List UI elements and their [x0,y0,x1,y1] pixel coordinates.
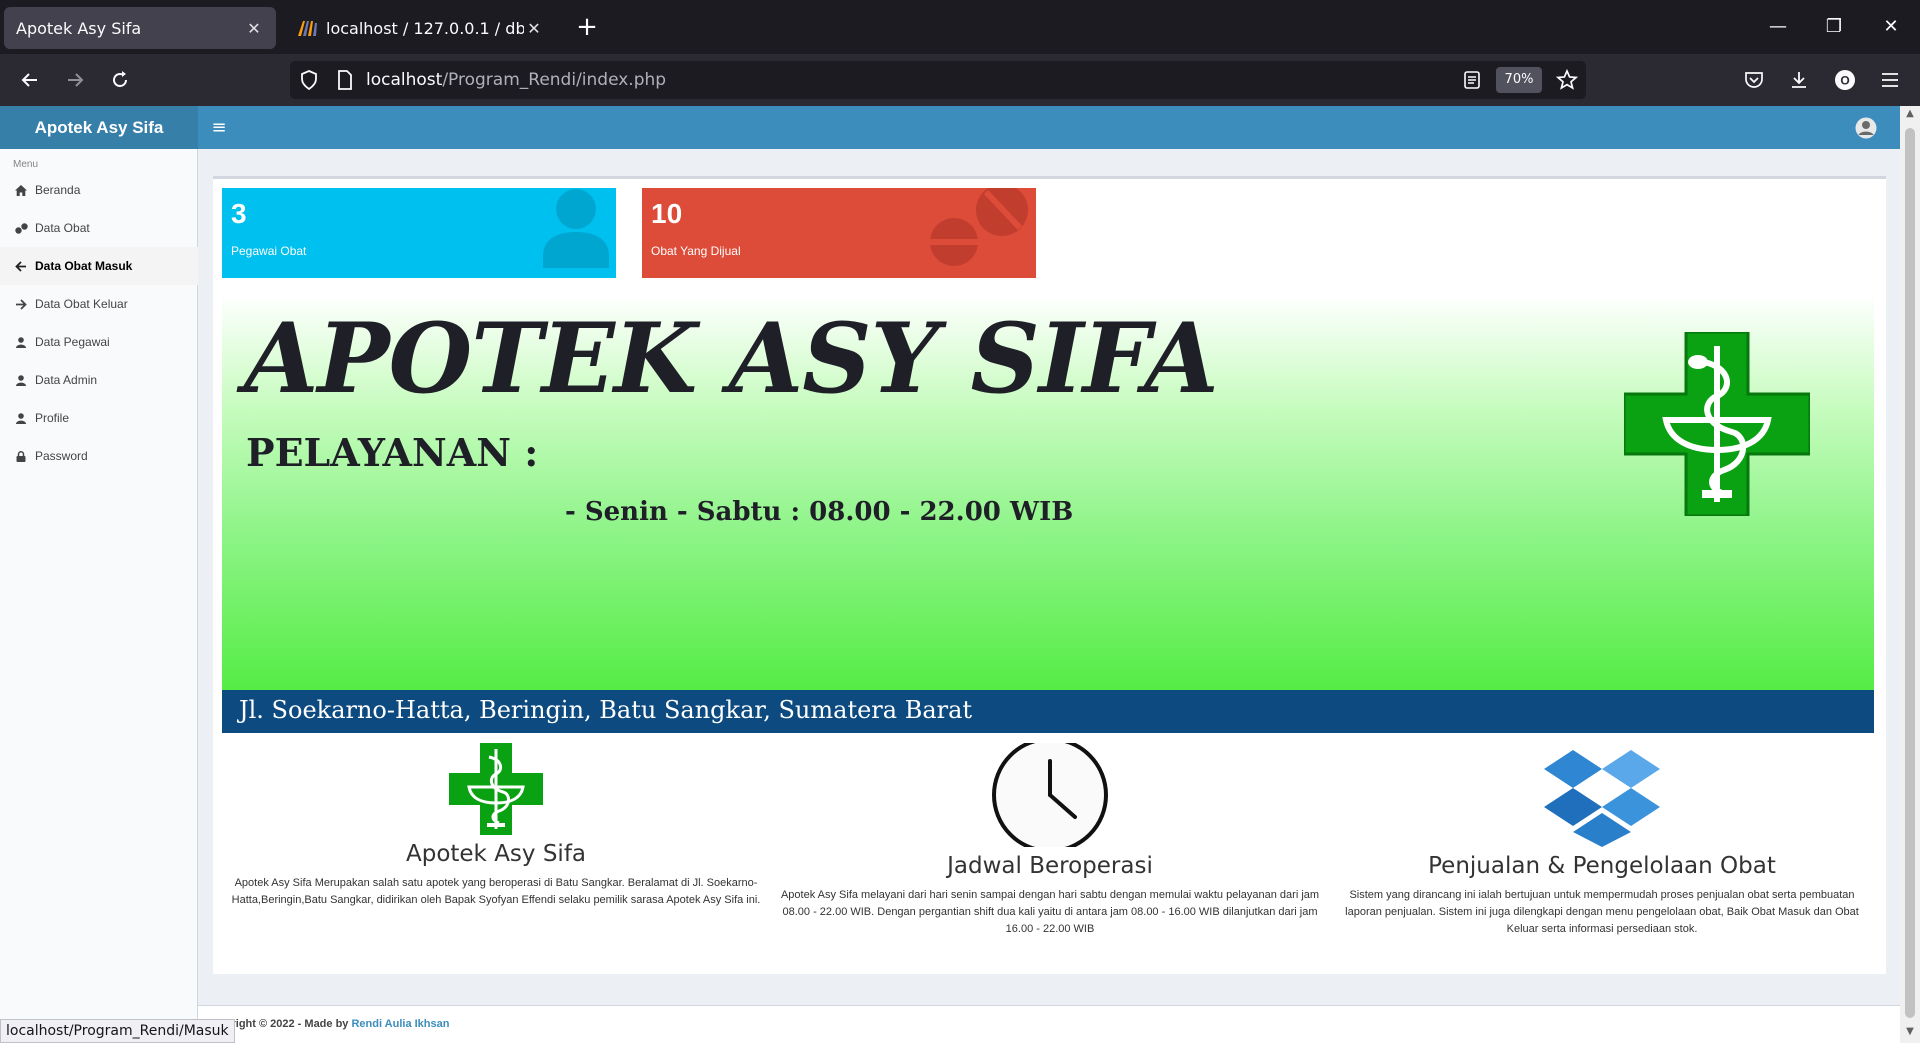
page-icon[interactable] [329,64,361,96]
lock-icon [14,450,28,462]
sidebar-item-label: Data Obat Keluar [35,297,128,311]
feature-apotek: Apotek Asy Sifa Apotek Asy Sifa Merupaka… [222,743,770,909]
user-avatar-icon[interactable] [1855,117,1877,139]
author-link[interactable]: Rendi Aulia Ikhsan [351,1018,449,1030]
stat-box-obat[interactable]: 10 Obat Yang Dijual [642,188,1036,278]
sidebar-item-label: Data Admin [35,373,98,387]
sidebar-item-data-pegawai[interactable]: Data Pegawai [0,323,198,361]
browser-tab-phpmyadmin[interactable]: localhost / 127.0.0.1 / db_penjualan ✕ [284,7,556,49]
pills-icon [14,222,28,234]
page-scrollbar[interactable]: ▲ ▼ [1900,106,1920,1043]
feature-text: Sistem yang dirancang ini ialah bertujua… [1345,889,1859,935]
feature-title: Jadwal Beroperasi [947,853,1153,879]
feature-text: Apotek Asy Sifa melayani dari hari senin… [780,889,1320,935]
close-tab-icon[interactable]: ✕ [244,19,264,38]
sidebar-item-label: Data Pegawai [35,335,110,349]
restore-window-icon[interactable]: ❐ [1814,12,1854,42]
tab-title: localhost / 127.0.0.1 / db_penjualan [326,18,524,38]
feature-title: Penjualan & Pengelolaan Obat [1428,853,1776,879]
dropbox-icon [1544,750,1660,847]
back-arrow-icon[interactable] [14,64,46,96]
pills-icon [930,188,1028,266]
shield-icon[interactable] [293,64,325,96]
user-icon [14,412,28,424]
sidebar-item-data-obat-keluar[interactable]: Data Obat Keluar [0,285,198,323]
address-bar-banner: Jl. Soekarno-Hatta, Beringin, Batu Sangk… [222,690,1874,733]
feature-penjualan: Penjualan & Pengelolaan Obat Sistem yang… [1328,743,1876,938]
feature-jadwal: Jadwal Beroperasi Apotek Asy Sifa melaya… [776,743,1324,938]
main-content-box: 3 Pegawai Obat 10 Obat Yang Dijual APOTE… [213,176,1886,974]
feature-text: Apotek Asy Sifa Merupakan salah satu apo… [231,877,761,906]
sidebar: Menu Beranda Data Obat Data Obat Masuk D… [0,149,198,1043]
user-icon [14,374,28,386]
brand-logo[interactable]: Apotek Asy Sifa [0,106,198,149]
stat-box-pegawai[interactable]: 3 Pegawai Obat [222,188,616,278]
link-status-bar: localhost/Program_Rendi/Masuk [0,1019,235,1043]
page-viewport: Apotek Asy Sifa ≡ Menu Beranda Data Obat [0,106,1900,1043]
account-avatar-icon[interactable]: O [1829,64,1861,96]
minimize-window-icon[interactable]: — [1758,12,1798,42]
sidebar-item-password[interactable]: Password [0,437,198,475]
banner-subtitle: PELAYANAN : [246,430,539,475]
sidebar-item-data-obat-masuk[interactable]: Data Obat Masuk [0,247,198,285]
scrollbar-thumb[interactable] [1905,128,1915,1018]
zoom-level-badge[interactable]: 70% [1496,67,1542,93]
scroll-down-arrow-icon[interactable]: ▼ [1904,1026,1916,1037]
new-tab-button[interactable]: + [570,12,604,44]
browser-tab-active[interactable]: Apotek Asy Sifa ✕ [4,7,276,49]
bookmark-star-icon[interactable] [1551,64,1583,96]
banner-hours: - Senin - Sabtu : 08.00 - 22.00 WIB [565,497,1074,527]
sidebar-item-data-obat[interactable]: Data Obat [0,209,198,247]
reload-icon[interactable] [104,64,136,96]
app-menu-icon[interactable] [1874,64,1906,96]
sidebar-item-profile[interactable]: Profile [0,399,198,437]
hero-banner: APOTEK ASY SIFA PELAYANAN : - Senin - Sa… [222,294,1874,690]
url-path: /Program_Rendi/index.php [442,70,667,90]
reader-view-icon[interactable] [1456,64,1488,96]
pharmacy-cross-icon [449,743,543,835]
stat-label: Obat Yang Dijual [651,244,741,258]
scroll-up-arrow-icon[interactable]: ▲ [1904,108,1916,119]
app-header: Apotek Asy Sifa ≡ [0,106,1900,149]
clock-icon [992,743,1108,847]
sidebar-item-label: Password [35,449,88,463]
banner-title: APOTEK ASY SIFA [244,302,1219,415]
pocket-icon[interactable] [1738,64,1770,96]
sidebar-item-label: Profile [35,411,70,425]
download-icon[interactable] [1783,64,1815,96]
stat-label: Pegawai Obat [231,244,307,258]
arrow-right-icon [14,298,28,310]
footer-text: Copyright © 2022 - Made by Rendi Aulia I… [204,1018,449,1030]
sidebar-item-label: Data Obat [35,221,90,235]
user-icon [14,336,28,348]
sidebar-item-beranda[interactable]: Beranda [0,171,198,209]
tab-title: Apotek Asy Sifa [16,18,142,38]
url-host: localhost [366,70,443,90]
pharmacy-cross-icon [1624,332,1810,516]
close-window-icon[interactable]: ✕ [1871,12,1911,42]
sidebar-item-label: Data Obat Masuk [35,259,133,273]
browser-tab-bar: Apotek Asy Sifa ✕ localhost / 127.0.0.1 … [0,0,1920,54]
url-text[interactable]: localhost/Program_Rendi/index.php [366,70,666,90]
banner-address: Jl. Soekarno-Hatta, Beringin, Batu Sangk… [239,696,973,724]
stat-value: 10 [651,198,683,229]
feature-title: Apotek Asy Sifa [405,841,587,867]
page-footer: Copyright © 2022 - Made by Rendi Aulia I… [198,1005,1900,1043]
svg-text:O: O [1840,74,1849,88]
home-icon [14,184,28,196]
sidebar-item-data-admin[interactable]: Data Admin [0,361,198,399]
menu-header: Menu [13,159,39,170]
close-tab-icon[interactable]: ✕ [524,19,544,38]
stat-value: 3 [231,198,247,229]
sidebar-toggle-icon[interactable]: ≡ [208,106,230,149]
phpmyadmin-favicon-icon [298,21,317,36]
forward-arrow-icon[interactable] [59,64,91,96]
sidebar-item-label: Beranda [35,183,81,197]
user-icon [543,189,609,268]
arrow-left-icon [14,260,28,272]
